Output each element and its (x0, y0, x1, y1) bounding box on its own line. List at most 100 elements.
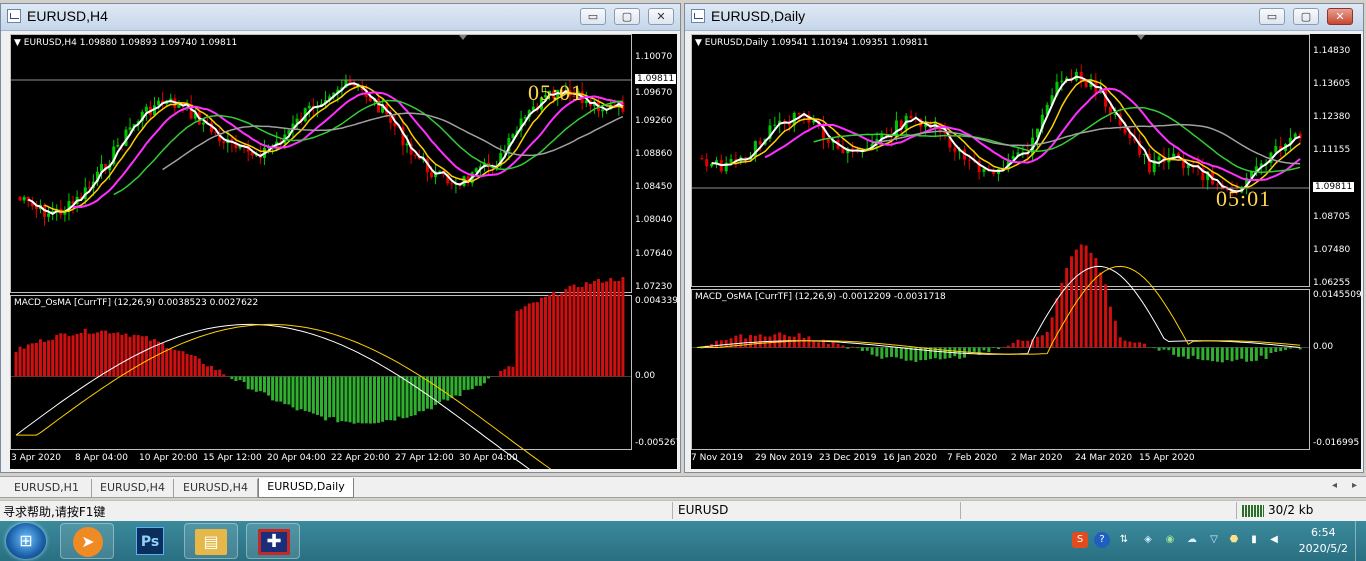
osma-histogram-bar (904, 347, 908, 361)
osma-histogram-bar (328, 376, 332, 418)
candle-body (144, 106, 148, 112)
wechat-icon[interactable]: ◉ (1162, 532, 1178, 548)
shield-icon[interactable]: ▽ (1206, 532, 1222, 548)
osma-histogram-bar (458, 376, 462, 396)
osma-histogram-bar (214, 370, 218, 377)
restore-button[interactable]: ▢ (614, 8, 640, 25)
chart-window-eurusd-h4[interactable]: EURUSD,H4 ▭ ▢ ✕ ▼ EURUSD,H4 1.09880 1.09… (0, 3, 681, 473)
chart-window-eurusd-daily[interactable]: EURUSD,Daily ▭ ▢ ✕ ▼ EURUSD,Daily 1.0954… (684, 3, 1364, 473)
taskbar-clock[interactable]: 6:54 2020/5/2 (1299, 525, 1348, 557)
osma-histogram-bar (324, 376, 328, 421)
cloud-icon[interactable]: ☁ (1184, 532, 1200, 548)
candle-body (1079, 71, 1083, 82)
volume-icon[interactable]: ◀ (1266, 532, 1282, 548)
time-axis-label: 7 Nov 2019 (691, 453, 743, 463)
time-axis-label: 23 Dec 2019 (819, 453, 877, 463)
candle-body (982, 168, 986, 172)
tab-scroll-left-icon[interactable]: ◂ (1332, 480, 1337, 491)
price-chart-h4[interactable]: ▼ EURUSD,H4 1.09880 1.09893 1.09740 1.09… (10, 34, 677, 469)
indicator-axis-label: 0.00 (635, 370, 656, 381)
taskbar-app-trader[interactable]: ➤ (60, 523, 114, 559)
osma-histogram-bar (609, 277, 613, 377)
time-axis-label: 16 Jan 2020 (883, 453, 937, 463)
candle-body (967, 159, 971, 161)
osma-histogram-bar (1123, 340, 1127, 348)
sogou-ime-icon[interactable]: S (1072, 532, 1088, 548)
osma-histogram-bar (104, 330, 108, 377)
taskbar-app-explorer[interactable]: ▤ (184, 523, 238, 559)
osma-histogram-bar (865, 347, 869, 351)
osma-histogram-bar (1045, 331, 1049, 348)
osma-histogram-bar (1074, 249, 1078, 348)
osma-histogram-bar (360, 376, 364, 424)
indicator-header: MACD_OsMA [CurrTF] (12,26,9) -0.0012209 … (695, 292, 946, 302)
chart-window-icon (691, 9, 705, 23)
osma-histogram-bar (389, 376, 393, 421)
osma-histogram-bar (1254, 347, 1258, 361)
osma-histogram-bar (1249, 347, 1253, 362)
minimize-button[interactable]: ▭ (1259, 8, 1285, 25)
sync-icon[interactable]: ⇅ (1116, 532, 1132, 548)
osma-histogram-bar (987, 347, 991, 353)
osma-histogram-bar (1191, 347, 1195, 356)
box-icon[interactable]: ◈ (1140, 532, 1156, 548)
show-desktop-button[interactable] (1355, 521, 1366, 561)
tab-eurusd-h4-2[interactable]: EURUSD,H4 (174, 479, 258, 497)
help-icon[interactable]: ? (1094, 532, 1110, 548)
osma-histogram-bar (714, 340, 718, 348)
osma-histogram-bar (792, 336, 796, 348)
network-signal-icon[interactable]: ▮ (1246, 532, 1262, 548)
restore-button[interactable]: ▢ (1293, 8, 1319, 25)
osma-histogram-bar (719, 340, 723, 348)
osma-histogram-bar (1118, 337, 1122, 348)
osma-histogram-bar (364, 376, 368, 424)
osma-histogram-bar (817, 342, 821, 348)
osma-histogram-bar (47, 340, 51, 377)
price-axis-label: 1.08705 (1313, 212, 1351, 222)
osma-histogram-bar (242, 376, 246, 383)
close-button[interactable]: ✕ (648, 8, 674, 25)
osma-histogram-bar (1211, 347, 1215, 362)
osma-histogram-bar (332, 376, 336, 418)
osma-histogram-bar (758, 334, 762, 348)
candle-body (22, 196, 26, 201)
osma-histogram-bar (564, 289, 568, 377)
status-divider (960, 502, 961, 519)
time-axis-label: 30 Apr 04:00 (459, 453, 518, 463)
price-chart-daily[interactable]: ▼ EURUSD,Daily 1.09541 1.10194 1.09351 1… (691, 34, 1361, 469)
candle-body (438, 170, 442, 172)
taskbar-app-photoshop[interactable]: Ps (124, 523, 178, 559)
osma-histogram-bar (1264, 347, 1268, 359)
tab-scroll-right-icon[interactable]: ▸ (1352, 480, 1357, 491)
osma-histogram-bar (100, 330, 104, 377)
taskbar: ⊞ ➤ Ps ▤ ✚ S ? ⇅ ◈ ◉ ☁ ▽ ⬣ ▮ ◀ 6:54 2020… (0, 521, 1366, 561)
osma-histogram-bar (267, 376, 271, 396)
osma-histogram-bar (271, 376, 275, 401)
osma-histogram-bar (299, 376, 303, 410)
close-button[interactable]: ✕ (1327, 8, 1353, 25)
usb-icon[interactable]: ⬣ (1226, 532, 1242, 548)
ma-line-gray (872, 123, 1301, 165)
chart-canvas[interactable] (691, 34, 1361, 469)
osma-histogram-bar (1026, 340, 1030, 348)
tab-eurusd-h1[interactable]: EURUSD,H1 (2, 479, 92, 497)
start-button[interactable]: ⊞ (6, 523, 46, 559)
price-axis-label: 1.12380 (1313, 112, 1351, 122)
tab-eurusd-h4[interactable]: EURUSD,H4 (92, 479, 174, 497)
osma-histogram-bar (856, 347, 860, 349)
osma-histogram-bar (1065, 268, 1069, 348)
osma-histogram-bar (295, 376, 299, 411)
indicator-pane-frame (691, 289, 1310, 450)
osma-histogram-bar (482, 376, 486, 384)
osma-histogram-bar (116, 332, 120, 377)
window-titlebar[interactable]: EURUSD,Daily ▭ ▢ ✕ (685, 4, 1363, 31)
tab-eurusd-daily[interactable]: EURUSD,Daily (258, 478, 354, 498)
osma-histogram-bar (1021, 340, 1025, 348)
osma-histogram-bar (826, 343, 830, 348)
osma-histogram-bar (1167, 347, 1171, 351)
minimize-button[interactable]: ▭ (580, 8, 606, 25)
osma-histogram-bar (997, 347, 1001, 350)
traffic-counter: 30/2 kb (1268, 503, 1314, 517)
window-titlebar[interactable]: EURUSD,H4 ▭ ▢ ✕ (1, 4, 680, 31)
taskbar-app-mt4[interactable]: ✚ (246, 523, 300, 559)
